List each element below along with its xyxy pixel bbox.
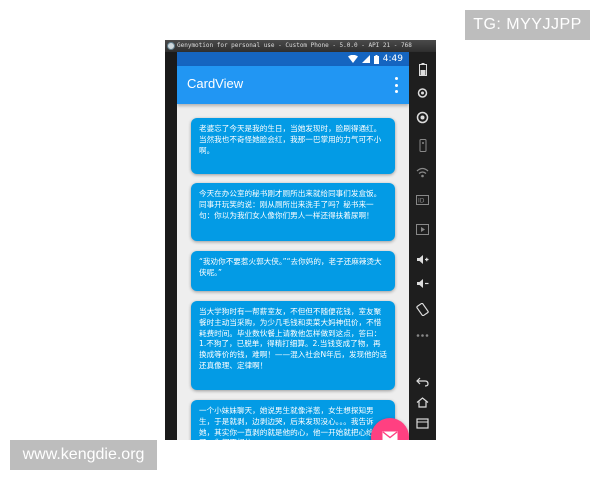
app-title: CardView	[187, 76, 244, 91]
wifi-icon[interactable]	[415, 165, 430, 180]
card[interactable]: 当大学狗时有一帮薪室友，不但但不随便花钱，室友聚餐时主动当采购，为少几毛钱和卖菜…	[191, 301, 395, 390]
gps-icon[interactable]	[415, 86, 430, 101]
media-icon[interactable]	[415, 222, 430, 237]
home-icon[interactable]	[415, 395, 430, 410]
volume-down-icon[interactable]	[415, 276, 430, 291]
phone-screen: 4:49 CardView 老婆忘了今天是我的生日，当她发现时，脸刷得通红。 当…	[177, 52, 409, 440]
wifi-signal-icon	[347, 55, 358, 63]
rotate-icon[interactable]	[415, 302, 430, 317]
back-icon[interactable]	[415, 374, 430, 389]
recent-apps-icon[interactable]	[415, 416, 430, 431]
status-time: 4:49	[382, 54, 403, 64]
watermark-tg: TG: MYYJJPP	[465, 10, 590, 40]
overflow-menu-icon[interactable]	[393, 77, 399, 93]
emulator-window: Genymotion for personal use - Custom Pho…	[165, 40, 436, 440]
app-toolbar: CardView	[177, 66, 409, 104]
remote-control-icon[interactable]	[415, 138, 430, 153]
emulator-title: Genymotion for personal use - Custom Pho…	[177, 42, 412, 49]
card[interactable]: 老婆忘了今天是我的生日，当她发现时，脸刷得通红。 当然我也不奇怪她脸会红，我那一…	[191, 118, 395, 174]
card[interactable]: “我劝你不要惹火郭大侠。”“去你妈的，老子还麻辣烫大侠呢。”	[191, 251, 395, 291]
watermark-site: www.kengdie.org	[10, 440, 157, 470]
id-icon[interactable]: ID	[415, 192, 430, 207]
svg-text:ID: ID	[418, 197, 425, 204]
more-icon[interactable]	[415, 328, 430, 343]
battery-status-icon	[373, 54, 379, 64]
card[interactable]: 一个小妹妹聊天，她说男生就像洋葱，女生想探知男生，于是就剥，边剥边哭，后来发现没…	[191, 400, 395, 440]
status-bar: 4:49	[177, 52, 409, 66]
camera-icon[interactable]	[415, 110, 430, 125]
battery-icon[interactable]	[415, 62, 430, 77]
card[interactable]: 今天在办公室的秘书刚才厕所出来就给同事们发盒饭。同事开玩笑的说：刚从厕所出来洗手…	[191, 183, 395, 241]
genymotion-logo-icon	[167, 42, 175, 50]
cell-signal-icon	[361, 55, 370, 63]
emulator-titlebar: Genymotion for personal use - Custom Pho…	[165, 40, 436, 52]
emulator-sidebar: ID	[409, 52, 436, 440]
mail-icon	[382, 431, 398, 440]
card-list[interactable]: 老婆忘了今天是我的生日，当她发现时，脸刷得通红。 当然我也不奇怪她脸会红，我那一…	[177, 104, 409, 440]
volume-up-icon[interactable]	[415, 252, 430, 267]
